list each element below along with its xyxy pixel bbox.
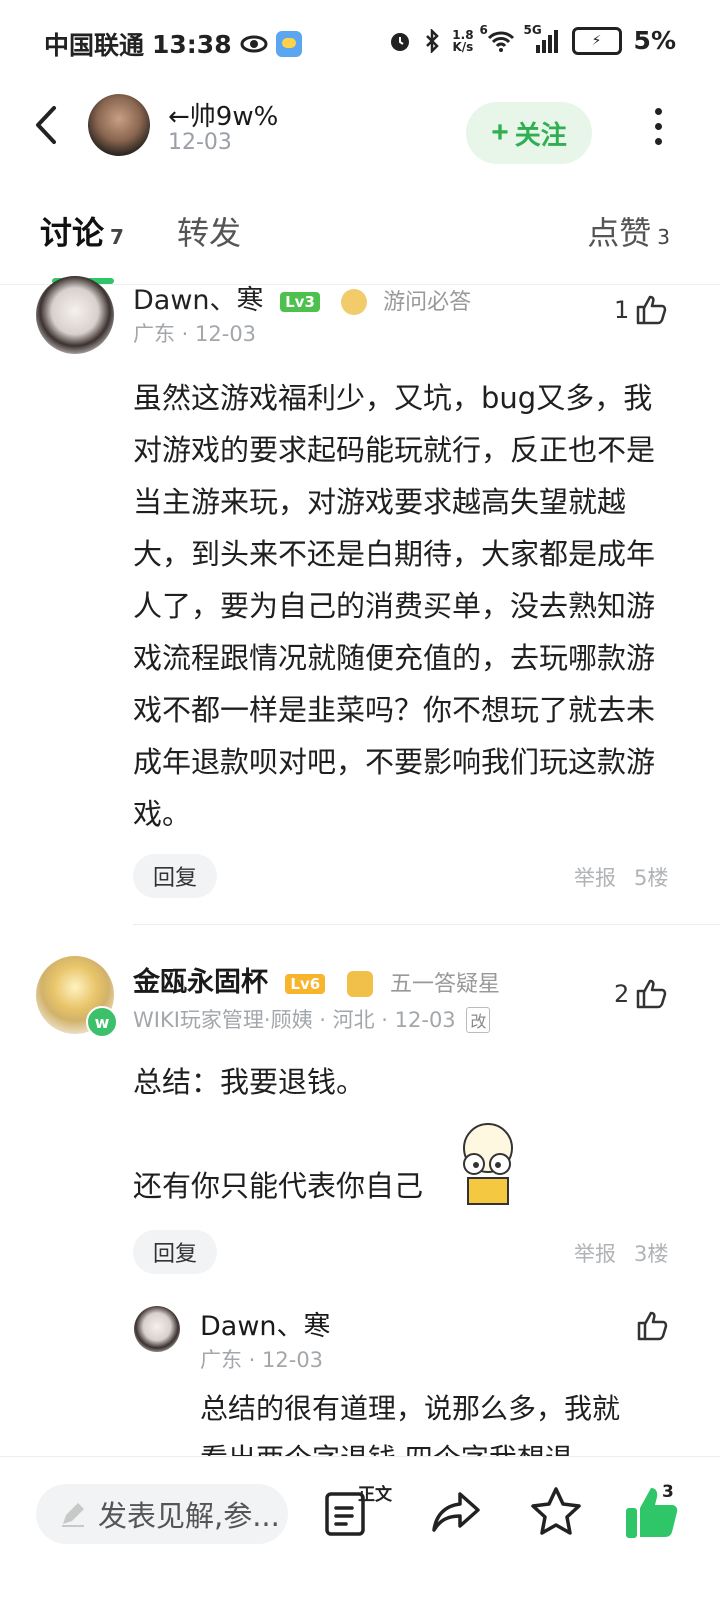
level-badge: Lv3 [280,291,320,312]
commenter-avatar[interactable] [36,276,114,354]
weather-icon [275,31,302,57]
tab-likes[interactable]: 点赞 3 [587,208,670,254]
tab-label: 点赞 [587,214,652,252]
follow-label: 关注 [514,119,567,150]
thumbs-up-icon [637,295,667,325]
author-avatar[interactable] [88,94,150,156]
network-speed: 1.8 K/s [452,29,473,53]
reply-author[interactable]: Dawn、寒 [200,1304,331,1343]
comment-body-line: 还有你只能代表你自己 [133,1169,424,1203]
thumbs-up-icon [637,1311,668,1341]
pencil-icon [62,1503,84,1527]
comment-meta-text: WIKI玩家管理·顾姨 · 河北 · 12-03 [133,1008,456,1032]
reply-like-button[interactable] [636,1310,670,1342]
bluetooth-icon [424,28,440,53]
edited-tag: 改 [466,1007,491,1033]
follow-button[interactable]: + 关注 [466,102,592,164]
more-options-button[interactable] [646,104,670,150]
chevron-left-icon [36,106,56,144]
reply-meta: 广东 · 12-03 [200,1348,324,1372]
comment-like-button[interactable]: 1 [614,294,669,326]
reply-button[interactable]: 回复 [133,1230,217,1274]
status-left: 中国联通 13:38 [44,26,302,62]
author-name[interactable]: ←帅9w% [168,96,278,133]
comment-like-button[interactable]: 2 [614,978,669,1010]
floor-number: 5楼 [634,866,669,890]
honor-badge-label: 五一答疑星 [390,972,501,997]
comment-input-placeholder: 发表见解,参... [98,1499,280,1533]
honor-badge-icon [340,288,367,315]
battery-icon: ⚡ [571,26,622,55]
more-dot-icon [654,138,662,145]
status-bar: 中国联通 13:38 1.8 K/s 6 5G ⚡ 5% [0,0,720,88]
floor-number: 3楼 [634,1242,669,1266]
signal-icon: 5G [524,23,560,53]
more-dot-icon [654,123,662,130]
tab-count: 7 [110,225,124,249]
reply-avatar[interactable] [134,1306,180,1352]
report-link[interactable]: 举报 [574,1238,616,1268]
like-count: 1 [614,296,630,324]
reply-body: 总结的很有道理，说那么多，我就看出两个字退钱 四个字我想退 [200,1392,620,1456]
comment-body: 虽然这游戏福利少，又坑，bug又多，我对游戏的要求起码能玩就行，反正也不是当主游… [133,381,656,831]
verified-badge-icon: w [86,1006,118,1038]
emoji-sticker [444,1118,532,1206]
star-icon [531,1487,581,1535]
comment-body-line: 总结：我要退钱。 [133,1065,366,1099]
comment-meta: 广东 · 12-03 [133,322,257,346]
like-count: 2 [614,980,630,1008]
back-button[interactable] [28,100,68,150]
commenter-name-text: 金瓯永固杯 [133,967,268,998]
post-tag: 正文 [358,1485,392,1505]
commenter-name-text: Dawn、寒 [133,285,264,316]
plus-icon: + [491,116,509,149]
battery-level: 5% [633,26,676,55]
tab-forward[interactable]: 转发 [177,208,241,254]
thumbs-up-icon [637,979,667,1009]
report-link[interactable]: 举报 [574,862,616,892]
share-icon [432,1492,480,1532]
post-date: 12-03 [168,130,232,155]
clock: 13:38 [152,29,232,59]
eye-icon [240,34,268,54]
alarm-icon [388,29,412,53]
tab-label: 转发 [177,214,242,252]
commenter-name[interactable]: 金瓯永固杯 Lv6 五一答疑星 [133,960,500,999]
tab-label: 讨论 [40,214,105,252]
share-button[interactable] [430,1484,486,1544]
honor-badge-icon [346,970,373,997]
status-right: 1.8 K/s 6 5G ⚡ 5% [388,23,676,55]
carrier: 中国联通 [44,31,145,60]
more-dot-icon [654,108,662,115]
honor-badge-label: 游问必答 [383,290,472,315]
favorite-button[interactable] [528,1484,584,1544]
post-like-count: 3 [662,1482,674,1502]
comment-divider [133,924,720,925]
wifi-icon: 6 [480,23,516,53]
level-badge: Lv6 [285,973,326,994]
comment-meta: WIKI玩家管理·顾姨 · 河北 · 12-03 改 [133,1004,491,1034]
tab-discussion[interactable]: 讨论 7 [40,208,124,254]
speed-unit: K/s [452,39,474,54]
tab-count: 3 [657,225,670,249]
signal-tag: 5G [523,22,542,37]
comment-input[interactable]: 发表见解,参... [36,1484,288,1544]
wifi-tag: 6 [479,22,488,37]
commenter-name[interactable]: Dawn、寒 Lv3 游问必答 [133,278,471,317]
reply-button[interactable]: 回复 [133,854,217,898]
